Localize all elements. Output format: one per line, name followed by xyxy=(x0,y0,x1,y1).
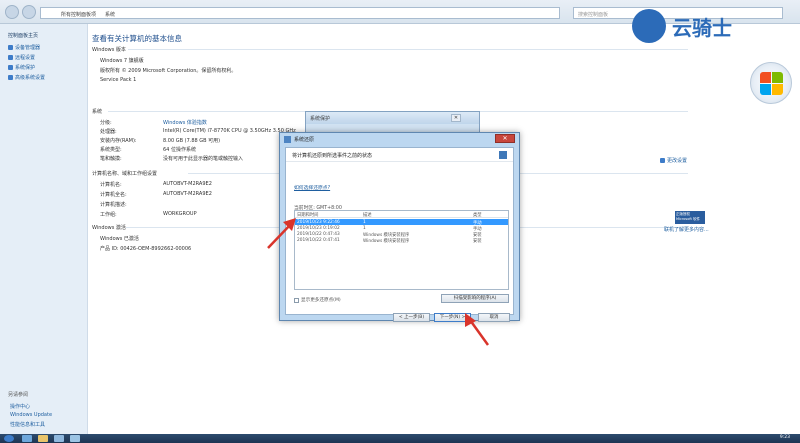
ie-icon[interactable] xyxy=(22,435,32,442)
arrow-to-next-button xyxy=(468,319,490,346)
control-panel-icon[interactable] xyxy=(54,435,64,442)
start-button-icon[interactable] xyxy=(4,435,14,442)
annotation-arrows xyxy=(267,218,490,346)
arrow-to-restore-point xyxy=(267,223,292,249)
app-icon[interactable] xyxy=(70,435,80,442)
explorer-icon[interactable] xyxy=(38,435,48,442)
clock[interactable]: 9:23 xyxy=(780,435,790,440)
taskbar: 9:23 xyxy=(0,434,800,443)
